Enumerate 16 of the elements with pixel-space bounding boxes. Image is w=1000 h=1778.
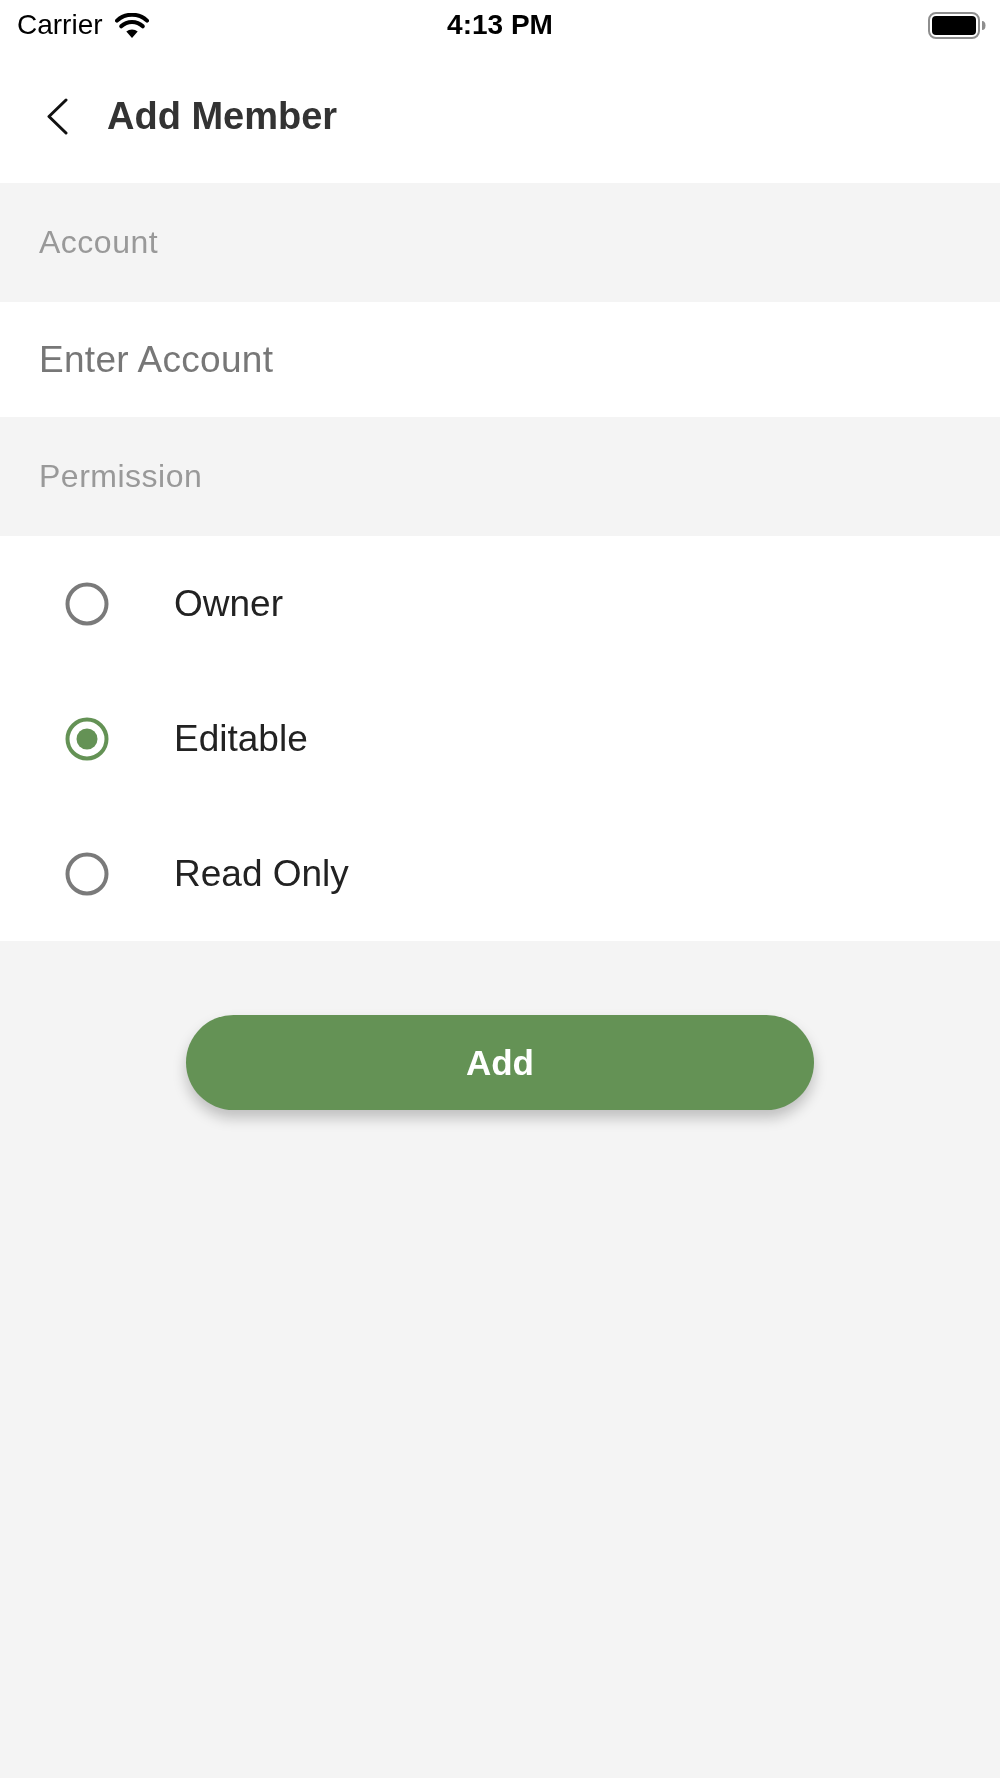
radio-icon[interactable] (65, 851, 109, 896)
carrier-name: Carrier (17, 9, 103, 41)
add-button[interactable]: Add (186, 1015, 814, 1110)
account-input[interactable]: Enter Account (0, 302, 1000, 417)
section-label: Permission (39, 458, 203, 495)
option-label: Editable (174, 717, 308, 760)
page-title: Add Member (107, 95, 338, 138)
status-time: 4:13 PM (447, 9, 553, 41)
section-label: Account (39, 224, 159, 261)
back-icon[interactable] (45, 98, 69, 135)
radio-icon[interactable] (65, 581, 109, 626)
option-label: Read Only (174, 852, 349, 895)
wifi-icon (114, 12, 149, 38)
radio-icon[interactable] (65, 716, 109, 761)
battery-icon (928, 11, 986, 39)
option-label: Owner (174, 582, 283, 625)
